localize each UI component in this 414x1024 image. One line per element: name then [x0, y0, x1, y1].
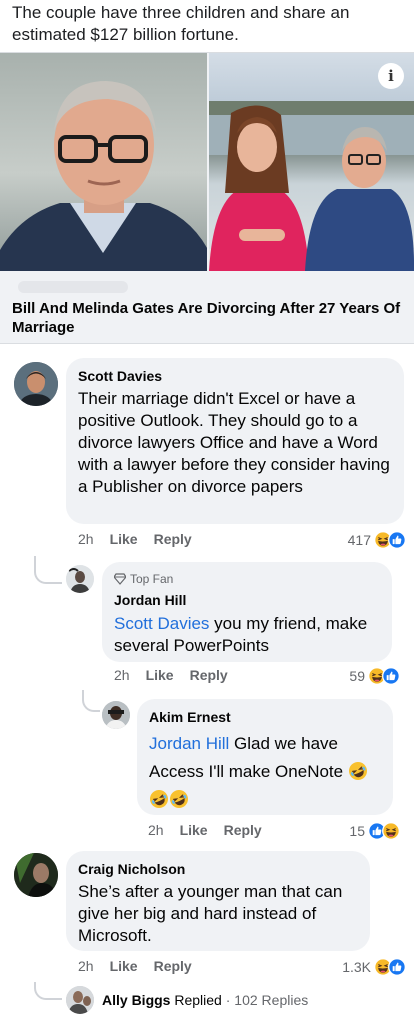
like-button[interactable]: Like	[110, 531, 138, 547]
like-icon	[388, 958, 406, 976]
reaction-summary[interactable]: 417	[348, 531, 406, 549]
like-icon	[388, 531, 406, 549]
like-button[interactable]: Like	[146, 667, 174, 683]
reply-button[interactable]: Reply	[154, 531, 192, 547]
couple-photo: i	[209, 53, 414, 271]
article-headline[interactable]: Bill And Melinda Gates Are Divorcing Aft…	[12, 299, 404, 337]
comment-time: 2h	[148, 822, 164, 838]
comment-author[interactable]: Akim Ernest	[149, 709, 381, 726]
comment-text: Scott Davies you my friend, make several…	[114, 614, 368, 655]
reaction-count: 15	[349, 823, 365, 839]
rofl-emoji-icon	[149, 789, 169, 809]
view-replies-link[interactable]: Ally Biggs Replied · 102 Replies	[66, 986, 308, 1014]
haha-icon	[382, 822, 400, 840]
separator: ·	[225, 992, 231, 1008]
source-domain-redacted	[18, 281, 128, 293]
like-button[interactable]: Like	[110, 958, 138, 974]
avatar-akim-ernest[interactable]	[102, 701, 130, 729]
top-fan-label: Top Fan	[130, 572, 174, 586]
mention-link[interactable]: Scott Davies	[114, 614, 209, 633]
comment-actions: 2h Like Reply	[114, 667, 228, 683]
comment-actions: 2h Like Reply	[78, 531, 192, 547]
thread-connector	[34, 982, 62, 1000]
thread-connector	[34, 556, 62, 584]
replier-name: Ally Biggs	[102, 992, 171, 1008]
mention-link[interactable]: Jordan Hill	[149, 734, 229, 753]
comment-author[interactable]: Scott Davies	[78, 368, 392, 385]
comment-time: 2h	[114, 667, 130, 683]
avatar-jordan-hill[interactable]	[66, 565, 94, 593]
replied-label: Replied	[174, 992, 222, 1008]
avatar-scott-davies[interactable]	[14, 362, 58, 406]
portrait-photo	[0, 53, 207, 271]
info-icon[interactable]: i	[378, 63, 404, 89]
reply-button[interactable]: Reply	[154, 958, 192, 974]
reaction-count: 59	[349, 668, 365, 684]
reply-button[interactable]: Reply	[224, 822, 262, 838]
reaction-summary[interactable]: 15	[349, 822, 400, 840]
comment-time: 2h	[78, 958, 94, 974]
rofl-emoji-icon	[169, 789, 189, 809]
thread-connector	[82, 690, 100, 712]
comment-time: 2h	[78, 531, 94, 547]
reply-button[interactable]: Reply	[190, 667, 228, 683]
top-fan-badge: Top Fan	[114, 572, 380, 586]
comment-text: Jordan Hill Glad we have Access I'll mak…	[149, 730, 381, 814]
link-preview-card[interactable]: i Bill And Melinda Gates Are Divorcing A…	[0, 52, 414, 344]
comment-bubble-akim: Akim Ernest Jordan Hill Glad we have Acc…	[137, 699, 393, 815]
replies-count: 102 Replies	[234, 992, 309, 1008]
like-icon	[382, 667, 400, 685]
comment-text: She’s after a younger man that can give …	[78, 882, 343, 945]
post-caption: The couple have three children and share…	[12, 3, 350, 44]
reaction-summary[interactable]: 59	[349, 667, 400, 685]
comment-bubble-jordan: Top Fan Jordan Hill Scott Davies you my …	[102, 562, 392, 662]
comment-author[interactable]: Jordan Hill	[114, 592, 380, 609]
reaction-count: 1.3K	[342, 959, 371, 975]
comment-text: Their marriage didn't Excel or have a po…	[78, 389, 390, 496]
comment-author[interactable]: Craig Nicholson	[78, 861, 358, 878]
comment-actions: 2h Like Reply	[78, 958, 192, 974]
avatar-craig-nicholson[interactable]	[14, 853, 58, 897]
rofl-emoji-icon	[348, 761, 368, 781]
like-button[interactable]: Like	[180, 822, 208, 838]
avatar-ally-biggs	[66, 986, 94, 1014]
reaction-summary[interactable]: 1.3K	[342, 958, 406, 976]
comment-bubble-craig: Craig Nicholson She’s after a younger ma…	[66, 851, 370, 951]
reaction-count: 417	[347, 532, 371, 548]
diamond-icon	[114, 573, 126, 585]
comment-actions: 2h Like Reply	[148, 822, 262, 838]
comment-bubble-scott: Scott Davies Their marriage didn't Excel…	[66, 358, 404, 524]
